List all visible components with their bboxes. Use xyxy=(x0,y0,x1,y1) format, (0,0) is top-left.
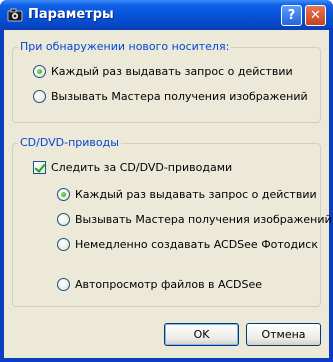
radio-button[interactable] xyxy=(57,213,70,226)
radio-cd-scanner-wizard[interactable]: Вызывать Мастера получения изображений xyxy=(57,213,332,226)
dialog-body: При обнаружении нового носителя: Каждый … xyxy=(4,30,332,358)
option-label: Немедленно создавать ACDSee Фотодиск xyxy=(75,238,318,251)
radio-button[interactable] xyxy=(57,238,70,251)
checkbox-monitor-cd-dvd[interactable]: Следить за CD/DVD-приводами xyxy=(33,161,232,174)
camera-icon xyxy=(7,8,23,22)
radio-button[interactable] xyxy=(33,65,46,78)
title-bar[interactable]: Параметры ? ✕ xyxy=(0,0,333,30)
group-title: При обнаружении нового носителя: xyxy=(18,40,232,53)
cancel-button[interactable]: Отмена xyxy=(246,323,321,346)
close-button[interactable]: ✕ xyxy=(305,5,326,26)
radio-cd-autoview[interactable]: Автопросмотр файлов в ACDSee xyxy=(57,278,262,291)
option-label: Каждый раз выдавать запрос о действии xyxy=(75,188,317,201)
radio-button[interactable] xyxy=(57,278,70,291)
checkbox[interactable] xyxy=(33,161,46,174)
option-label: Вызывать Мастера получения изображений xyxy=(75,213,332,226)
ok-button[interactable]: OK xyxy=(164,323,239,346)
option-label: Каждый раз выдавать запрос о действии xyxy=(51,65,293,78)
radio-button[interactable] xyxy=(57,188,70,201)
new-media-group: При обнаружении нового носителя: Каждый … xyxy=(12,40,321,123)
option-label: Следить за CD/DVD-приводами xyxy=(51,161,233,174)
radio-cd-create-photodisc[interactable]: Немедленно создавать ACDSee Фотодиск xyxy=(57,238,318,251)
radio-button[interactable] xyxy=(33,90,46,103)
dialog-window: Параметры ? ✕ При обнаружении нового нос… xyxy=(0,0,333,362)
window-title: Параметры xyxy=(28,7,114,22)
radio-scanner-wizard[interactable]: Вызывать Мастера получения изображений xyxy=(33,90,308,103)
radio-cd-ask-action[interactable]: Каждый раз выдавать запрос о действии xyxy=(57,188,317,201)
option-label: Вызывать Мастера получения изображений xyxy=(51,90,308,103)
help-button[interactable]: ? xyxy=(281,5,302,26)
cd-dvd-group: CD/DVD-приводы Следить за CD/DVD-привода… xyxy=(12,136,332,307)
radio-ask-action[interactable]: Каждый раз выдавать запрос о действии xyxy=(33,65,293,78)
option-label: Автопросмотр файлов в ACDSee xyxy=(75,278,263,291)
group-title: CD/DVD-приводы xyxy=(18,136,121,149)
